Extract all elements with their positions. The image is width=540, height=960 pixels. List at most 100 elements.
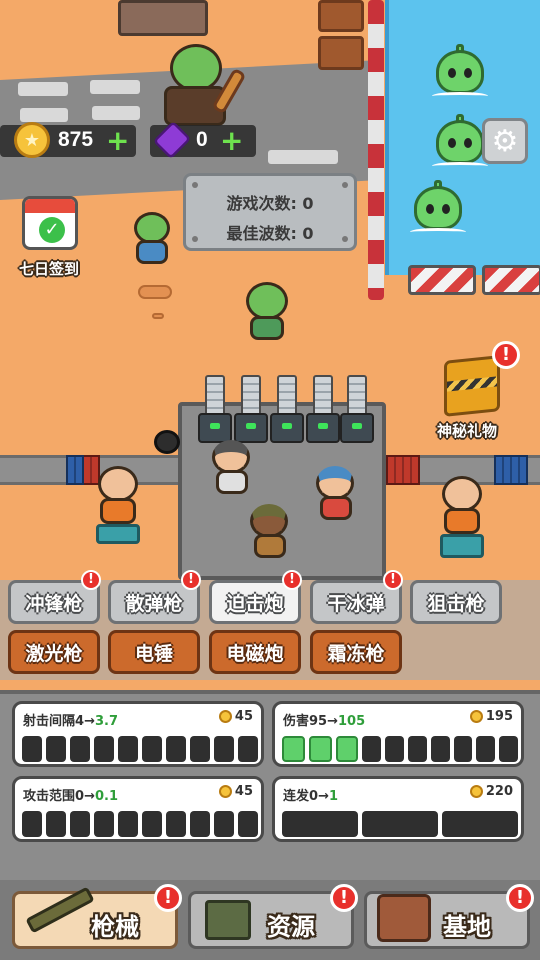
upgrade-cost[interactable]: 45: [218, 784, 253, 799]
upgrade-progress: [22, 811, 258, 837]
turret: [340, 375, 374, 443]
upgrade-name: 攻击范围: [23, 789, 76, 804]
progress-segment: [476, 736, 496, 762]
progress-segment: [166, 811, 186, 837]
road-stripe: [92, 106, 140, 120]
upgrade-card[interactable]: 伤害95→105 195: [272, 701, 524, 767]
daily-checkin-button[interactable]: ✓: [22, 196, 78, 250]
upgrade-current-value: 95: [309, 714, 328, 729]
progress-segment: [214, 811, 234, 837]
upgrade-name: 射击间隔: [23, 714, 76, 729]
progress-segment: [499, 736, 518, 762]
wrecked-vehicle: [118, 0, 208, 36]
rifle-icon: [25, 886, 95, 934]
road-stripe: [20, 108, 68, 122]
alien-enemy: [432, 44, 488, 102]
upgrade-next-value: 105: [338, 714, 366, 729]
upgrade-arrow: →: [318, 789, 329, 804]
coin-icon: [469, 710, 483, 723]
upgrade-progress: [282, 736, 518, 762]
progress-segment: [362, 736, 382, 762]
nav-base-label: 基地: [443, 913, 491, 941]
cargo-container: [494, 455, 528, 485]
progress-segment: [142, 811, 162, 837]
upgrade-card[interactable]: 连发0→1 220: [272, 776, 524, 842]
progress-segment: [190, 811, 210, 837]
tire-stack: [154, 430, 180, 454]
upgrade-cost-value: 45: [234, 709, 253, 724]
add-gems-button[interactable]: +: [220, 127, 243, 155]
hero-bearded: [436, 476, 496, 560]
coin-icon: [218, 710, 232, 723]
upgrade-next-value: 0.1: [94, 789, 118, 804]
weapon-tab[interactable]: 激光枪: [8, 630, 100, 674]
settings-button[interactable]: ⚙: [482, 118, 528, 164]
gem-icon: [152, 120, 192, 160]
nav-resources-button[interactable]: 资源: [188, 891, 354, 949]
upgrade-title: 连发0→1: [283, 785, 338, 804]
road-stripe: [268, 150, 338, 164]
upgrade-current-value: 4: [75, 714, 85, 729]
progress-segment: [282, 736, 305, 762]
resource-crate-icon: [205, 900, 251, 940]
nav-weapons-button[interactable]: 枪械: [12, 886, 178, 949]
upgrade-cost[interactable]: 195: [469, 709, 513, 724]
wooden-crate: [318, 0, 364, 32]
games-played-stat: 游戏次数: 0: [226, 194, 314, 213]
alien-enemy: [432, 114, 488, 172]
weapon-tab[interactable]: 电磁炮: [209, 630, 301, 674]
progress-segment: [362, 811, 438, 837]
add-coins-button[interactable]: +: [106, 127, 129, 155]
soldier-gunner: [312, 466, 362, 522]
hero-eyepatch: [92, 466, 152, 546]
cargo-container: [386, 455, 420, 485]
weapon-tab-label: 霜冻枪: [327, 642, 385, 665]
stats-panel: 游戏次数: 0 最佳波数: 0: [183, 173, 357, 251]
nav-base-button[interactable]: 基地: [364, 891, 530, 949]
upgrade-title: 射击间隔4→3.7: [23, 710, 118, 729]
mystery-gift-button[interactable]: [444, 355, 500, 417]
progress-segment: [22, 811, 42, 837]
weapon-tab[interactable]: 霜冻枪: [310, 630, 402, 674]
progress-segment: [22, 736, 42, 762]
nav-weapons-alert: !: [154, 884, 182, 912]
progress-segment: [282, 811, 358, 837]
progress-segment: [442, 811, 518, 837]
weapon-tab-label: 冲锋枪: [25, 592, 83, 615]
progress-segment: [407, 736, 427, 762]
coin-icon: ★: [14, 122, 50, 158]
zombie-enemy: [128, 212, 178, 266]
zombie-brute: [152, 38, 247, 128]
weapon-tab-label: 干冰弹: [327, 592, 385, 615]
upgrade-progress: [282, 811, 518, 837]
nav-resources-label: 资源: [267, 913, 315, 941]
weapon-tab[interactable]: 电锤: [108, 630, 200, 674]
upgrade-cost[interactable]: 220: [469, 784, 513, 799]
upgrade-arrow: →: [84, 714, 95, 729]
progress-segment: [46, 736, 66, 762]
progress-segment: [166, 736, 186, 762]
weapon-tab-label: 激光枪: [25, 642, 83, 665]
weapon-tab-alert: !: [181, 570, 201, 590]
weapon-tab[interactable]: 狙击枪: [410, 580, 502, 624]
progress-segment: [118, 736, 138, 762]
coin-amount: 875: [58, 128, 94, 151]
weapon-tab-label: 散弹枪: [125, 592, 183, 615]
upgrade-name: 连发: [283, 789, 310, 804]
upgrade-card[interactable]: 射击间隔4→3.7 45: [12, 701, 264, 767]
road-barrier: [482, 265, 540, 295]
weapon-tab-alert: !: [81, 570, 101, 590]
calendar-check-icon: ✓: [39, 217, 65, 243]
progress-segment: [94, 736, 114, 762]
upgrade-card[interactable]: 攻击范围0→0.1 45: [12, 776, 264, 842]
soldier-gunner: [208, 440, 256, 496]
upgrade-cost-value: 45: [234, 784, 253, 799]
weapon-tab-alert: !: [383, 570, 403, 590]
coin-icon: [469, 785, 483, 798]
upgrade-cost[interactable]: 45: [218, 709, 253, 724]
coin-counter: ★ 875 +: [0, 122, 136, 158]
rock: [152, 313, 164, 319]
upgrade-current-value: 0: [309, 789, 319, 804]
turret: [198, 375, 232, 443]
turret: [270, 375, 304, 443]
